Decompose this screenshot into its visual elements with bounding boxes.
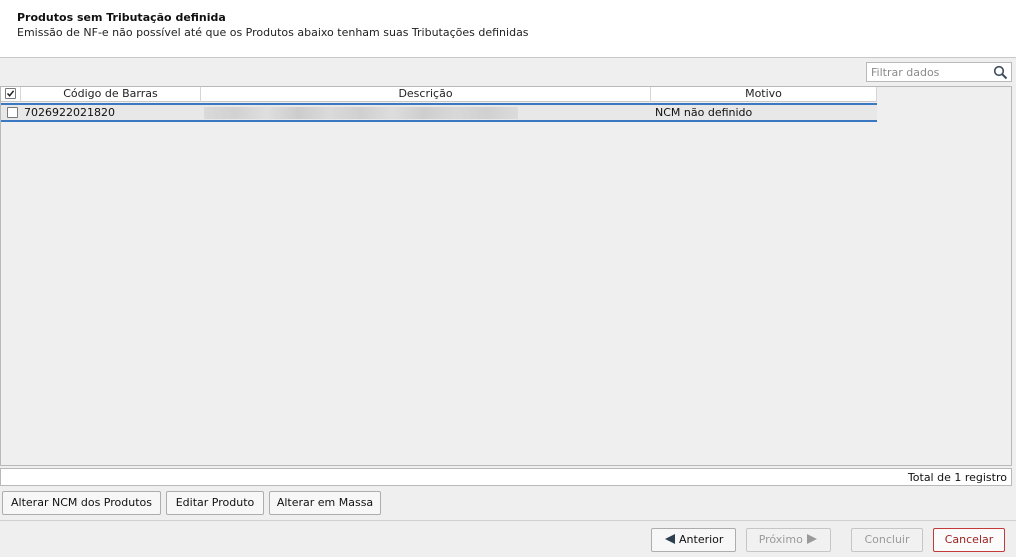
editar-produto-button[interactable]: Editar Produto (166, 491, 264, 515)
arrow-left-icon (664, 534, 675, 544)
table-row[interactable]: 7026922021820 NCM não definido (1, 103, 877, 122)
anterior-button[interactable]: Anterior (651, 528, 736, 552)
column-header-descricao[interactable]: Descrição (201, 87, 651, 102)
cancelar-button[interactable]: Cancelar (933, 528, 1005, 552)
alterar-ncm-button[interactable]: Alterar NCM dos Produtos (2, 491, 161, 515)
filter-box[interactable] (866, 62, 1012, 82)
record-count-bar: Total de 1 registro (0, 468, 1012, 486)
page-subtitle: Emissão de NF-e não possível até que os … (17, 26, 529, 39)
row-checkbox[interactable] (7, 107, 18, 118)
cell-motivo: NCM não definido (655, 106, 753, 119)
select-all-checkbox[interactable] (5, 88, 16, 99)
column-header-codigo[interactable]: Código de Barras (21, 87, 201, 102)
anterior-label: Anterior (679, 533, 724, 546)
cell-codigo-barras: 7026922021820 (24, 106, 115, 119)
header-checkbox-cell (1, 87, 21, 102)
table-header: Código de Barras Descrição Motivo (1, 87, 877, 102)
concluir-button[interactable]: Concluir (851, 528, 923, 552)
check-icon (6, 90, 15, 97)
alterar-em-massa-button[interactable]: Alterar em Massa (269, 491, 381, 515)
record-count: Total de 1 registro (907, 471, 1007, 484)
proximo-label: Próximo (758, 533, 803, 546)
proximo-button[interactable]: Próximo (746, 528, 831, 552)
arrow-right-icon (807, 534, 818, 544)
filter-input[interactable] (867, 63, 991, 81)
search-icon[interactable] (993, 65, 1008, 80)
page-title: Produtos sem Tributação definida (17, 11, 226, 24)
redacted-description (204, 107, 518, 119)
products-table: Código de Barras Descrição Motivo 702692… (0, 86, 1012, 466)
dialog-header: Produtos sem Tributação definida Emissão… (0, 0, 1016, 58)
column-header-motivo[interactable]: Motivo (651, 87, 877, 102)
